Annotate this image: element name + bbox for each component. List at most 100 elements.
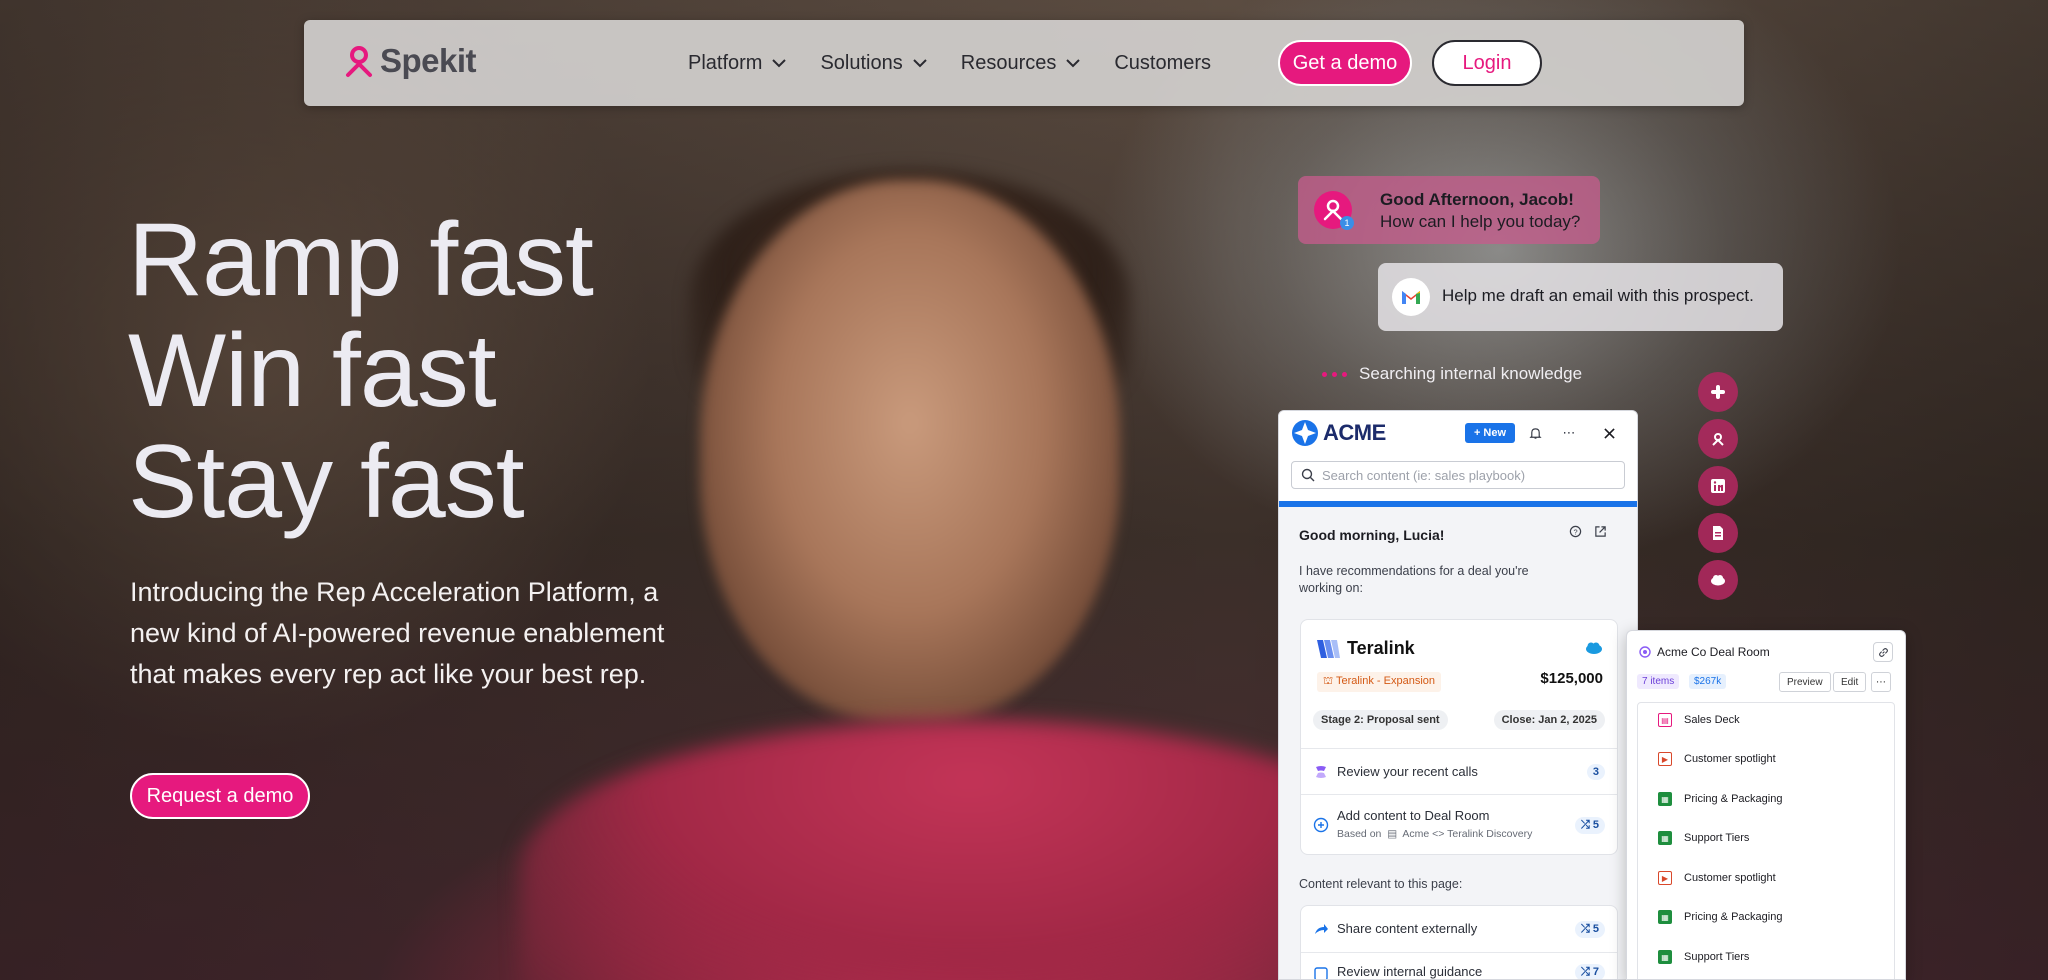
action-add-content[interactable]: Add content to Deal Room Based on ▤ Acme…	[1301, 794, 1617, 854]
search-icon	[1301, 468, 1315, 482]
nav-item-resources[interactable]: Resources	[961, 52, 1081, 75]
deal-card-header: Teralink ⛫ Teralink - Expansion $125,000…	[1301, 620, 1617, 748]
content-item-count: ⤮ 5	[1575, 921, 1605, 938]
top-navbar: Spekit Platform Solutions Resources Cust…	[304, 20, 1744, 106]
salesforce-icon	[1711, 575, 1725, 586]
action-label: Review your recent calls	[1337, 764, 1478, 779]
content-item-label: Share content externally	[1337, 921, 1478, 936]
action-review-calls[interactable]: Review your recent calls 3	[1301, 748, 1617, 794]
external-link-icon[interactable]	[1594, 525, 1607, 538]
salesforce-cloud-icon	[1586, 642, 1602, 654]
hero-subtext: Introducing the Rep Acceleration Platfor…	[130, 577, 665, 689]
get-demo-button[interactable]: Get a demo	[1278, 40, 1412, 86]
logo-wordmark: Spekit	[380, 42, 477, 79]
notification-badge: 1	[1340, 216, 1354, 230]
document-icon	[1713, 526, 1723, 540]
acme-greeting-actions: ?	[1569, 525, 1607, 538]
nav-item-label: Resources	[960, 51, 1057, 74]
acme-search-input[interactable]: Search content (ie: sales playbook)	[1291, 461, 1625, 489]
greeting-text: Good Afternoon, Jacob! How can I help yo…	[1380, 189, 1580, 233]
file-name: Customer spotlight	[1684, 753, 1776, 765]
acme-greeting: Good morning, Lucia!	[1299, 527, 1445, 543]
deal-opportunity-tag: ⛫ Teralink - Expansion	[1317, 672, 1442, 692]
hero-headline: Ramp fast Win fast Stay fast	[128, 202, 594, 538]
slack-integration-button[interactable]	[1698, 372, 1738, 412]
linkedin-integration-button[interactable]	[1698, 466, 1738, 506]
gmail-icon	[1402, 291, 1420, 304]
content-item-guidance[interactable]: Review internal guidance ⤮ 7	[1301, 952, 1617, 979]
action-sublabel: Based on ▤ Acme <> Teralink Discovery	[1337, 828, 1532, 840]
file-item[interactable]: ▤ Sales Deck	[1658, 713, 1740, 727]
slack-icon	[1711, 385, 1725, 399]
file-item[interactable]: ▦ Pricing & Packaging	[1658, 910, 1782, 924]
salesforce-integration-button[interactable]	[1698, 560, 1738, 600]
chevron-down-icon	[772, 58, 787, 67]
action-count-value: 5	[1592, 819, 1599, 831]
file-item[interactable]: ▶ Customer spotlight	[1658, 871, 1776, 885]
calendar-icon: ▤	[1384, 828, 1401, 840]
content-item-count: ⤮ 7	[1575, 964, 1605, 979]
video-file-icon: ▶	[1658, 752, 1672, 766]
nav-item-customers[interactable]: Customers	[1114, 52, 1211, 75]
close-panel-button[interactable]	[1599, 423, 1619, 443]
spreadsheet-file-icon: ▦	[1658, 950, 1672, 964]
content-item-share[interactable]: Share content externally ⤮ 5	[1301, 906, 1617, 952]
nav-links: Platform Solutions Resources Customers	[688, 20, 1211, 106]
action-sub-prefix: Based on	[1337, 828, 1382, 840]
file-item[interactable]: ▦ Pricing & Packaging	[1658, 792, 1782, 806]
more-options-button[interactable]: ⋯	[1559, 423, 1579, 443]
search-placeholder: Search content (ie: sales playbook)	[1322, 468, 1526, 483]
video-file-icon: ▶	[1658, 871, 1672, 885]
add-circle-icon	[1313, 817, 1329, 833]
notifications-button[interactable]	[1525, 423, 1545, 443]
spekit-logo-icon	[346, 46, 372, 77]
nav-item-platform[interactable]: Platform	[688, 52, 787, 75]
action-count: ⤮ 5	[1575, 817, 1605, 834]
user-request-text: Help me draft an email with this prospec…	[1442, 286, 1754, 305]
content-count-value: 7	[1592, 966, 1599, 978]
content-item-label: Review internal guidance	[1337, 964, 1483, 979]
greeting-title: Good Afternoon, Jacob!	[1380, 190, 1574, 209]
linkedin-icon	[1711, 479, 1725, 493]
gmail-avatar	[1392, 278, 1430, 316]
deal-close-date: Close: Jan 2, 2025	[1493, 710, 1605, 730]
new-button[interactable]: + New	[1465, 423, 1515, 443]
share-icon	[1313, 921, 1329, 937]
copy-link-button[interactable]	[1873, 642, 1893, 662]
deal-card[interactable]: Teralink ⛫ Teralink - Expansion $125,000…	[1300, 619, 1618, 855]
file-name: Support Tiers	[1684, 951, 1750, 963]
pdf-file-icon: ▤	[1658, 713, 1672, 727]
deal-name: Teralink	[1347, 638, 1415, 658]
file-name: Support Tiers	[1684, 832, 1750, 844]
spekit-logo[interactable]: Spekit	[344, 42, 477, 80]
deal-room-value: $267k	[1689, 674, 1727, 689]
ellipsis-icon: ⋯	[1562, 425, 1576, 440]
action-sub-ref: Acme <> Teralink Discovery	[1402, 828, 1533, 840]
close-icon	[1603, 427, 1615, 439]
file-item[interactable]: ▦ Support Tiers	[1658, 831, 1749, 845]
spreadsheet-file-icon: ▦	[1658, 792, 1672, 806]
login-button[interactable]: Login	[1432, 40, 1542, 86]
file-item[interactable]: ▶ Customer spotlight	[1658, 752, 1776, 766]
acme-wordmark: ACME	[1323, 420, 1386, 445]
action-label: Add content to Deal Room	[1337, 808, 1490, 823]
headline-line: Ramp fast	[128, 202, 594, 318]
document-integration-button[interactable]	[1698, 513, 1738, 553]
help-icon[interactable]: ?	[1569, 525, 1582, 538]
acme-logo: ACME	[1291, 419, 1386, 447]
request-demo-button[interactable]: Request a demo	[130, 773, 310, 819]
deal-stage-badge: Stage 2: Proposal sent	[1313, 710, 1448, 730]
search-status: Searching internal knowledge	[1322, 364, 1582, 384]
preview-button[interactable]: Preview	[1779, 672, 1831, 692]
spekit-integration-button[interactable]	[1698, 419, 1738, 459]
bell-icon	[1528, 427, 1542, 439]
file-name: Pricing & Packaging	[1684, 911, 1783, 923]
deal-room-file-list: ▤ Sales Deck ▶ Customer spotlight ▦ Pric…	[1637, 702, 1895, 979]
nav-item-solutions[interactable]: Solutions	[820, 51, 927, 75]
edit-button[interactable]: Edit	[1833, 672, 1867, 692]
more-options-button[interactable]: ⋯	[1871, 672, 1891, 692]
file-item[interactable]: ▦ Support Tiers	[1658, 950, 1749, 964]
assistant-greeting-bubble: 1 Good Afternoon, Jacob! How can I help …	[1298, 176, 1600, 244]
nav-item-label: Solutions	[820, 51, 903, 74]
plus-icon: +	[1473, 427, 1481, 439]
